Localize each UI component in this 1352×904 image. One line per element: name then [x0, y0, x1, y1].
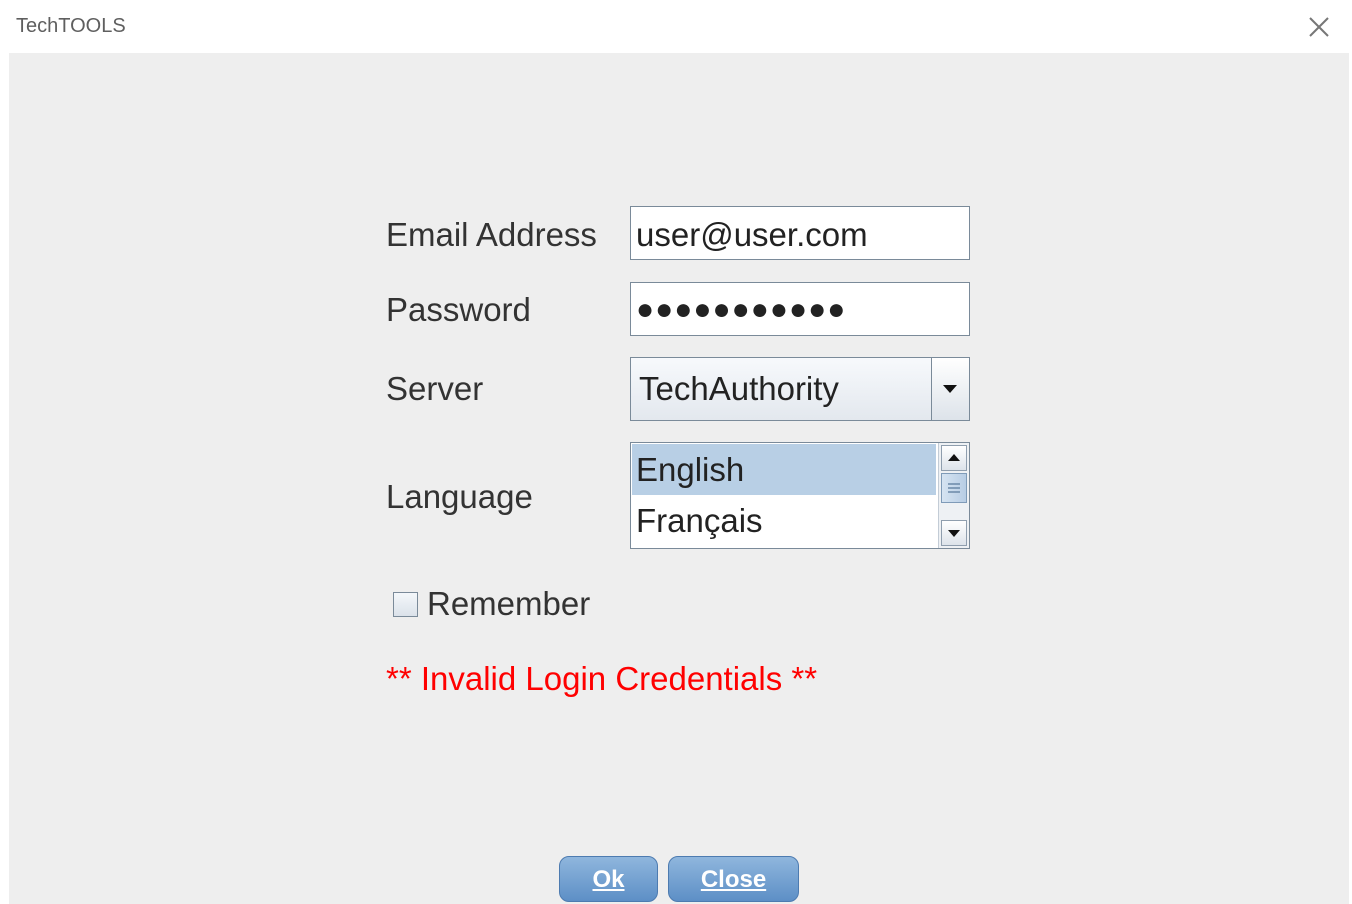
ok-button[interactable]: Ok — [559, 856, 658, 902]
remember-checkbox[interactable] — [393, 592, 418, 617]
language-label: Language — [386, 478, 533, 515]
language-scrollbar[interactable] — [938, 443, 969, 548]
language-option-francais[interactable]: Français — [632, 495, 936, 546]
scroll-up-arrow-icon[interactable] — [941, 445, 967, 471]
server-dropdown[interactable]: TechAuthority — [630, 357, 970, 421]
language-option-english[interactable]: English — [632, 444, 936, 495]
server-label: Server — [386, 370, 484, 407]
email-value: user@user.com — [636, 216, 868, 253]
remember-label[interactable]: Remember — [427, 585, 590, 623]
server-value: TechAuthority — [639, 370, 839, 407]
email-label: Email Address — [386, 216, 597, 253]
password-label: Password — [386, 291, 531, 328]
language-list[interactable]: English Français — [630, 442, 970, 549]
email-field[interactable]: user@user.com — [630, 206, 970, 260]
title-bar: TechTOOLS — [0, 0, 1352, 53]
password-field[interactable]: ●●●●●●●●●●● — [630, 282, 970, 336]
chevron-down-icon[interactable] — [931, 358, 969, 420]
error-message: ** Invalid Login Credentials ** — [386, 660, 818, 697]
scrollbar-thumb[interactable] — [941, 473, 967, 503]
scroll-down-arrow-icon[interactable] — [941, 520, 967, 546]
window-title: TechTOOLS — [16, 15, 126, 37]
password-value: ●●●●●●●●●●● — [636, 293, 847, 326]
close-button[interactable]: Close — [668, 856, 799, 902]
close-icon[interactable] — [1304, 12, 1334, 42]
